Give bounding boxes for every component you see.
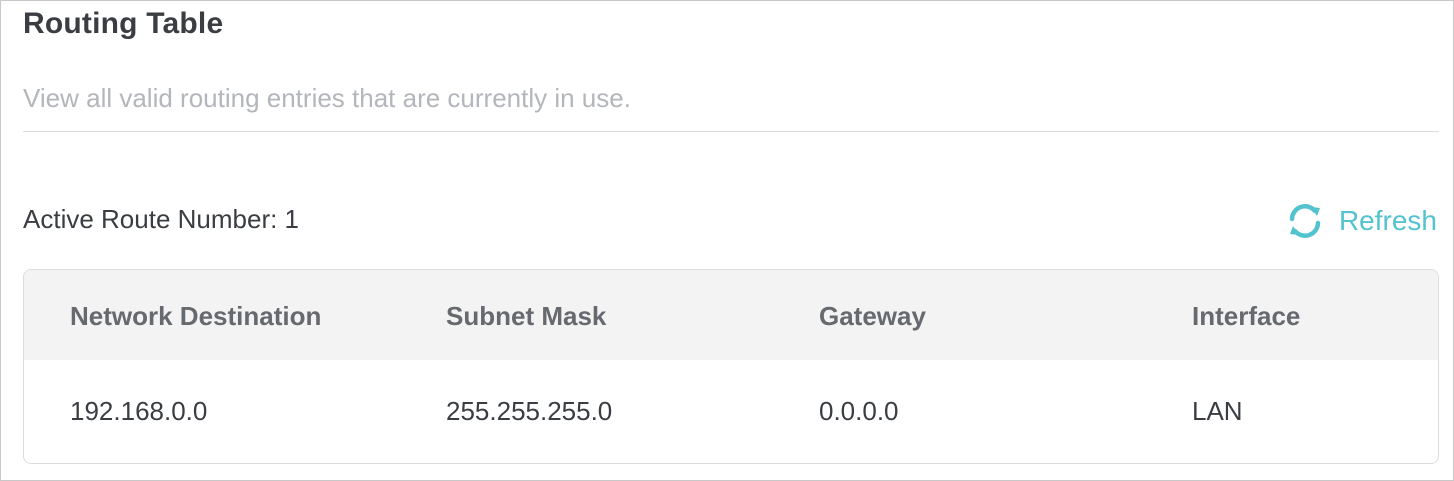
routing-table: Network Destination Subnet Mask Gateway … — [23, 269, 1439, 464]
routing-table-panel: Routing Table View all valid routing ent… — [0, 0, 1454, 481]
refresh-label[interactable]: Refresh — [1339, 205, 1437, 237]
refresh-icon — [1285, 201, 1325, 241]
column-header-interface: Interface — [1192, 301, 1301, 331]
cell-interface: LAN — [1192, 396, 1243, 426]
divider — [23, 131, 1439, 132]
page-title: Routing Table — [23, 7, 224, 40]
active-route-count: Active Route Number: 1 — [23, 204, 300, 234]
column-header-network-destination: Network Destination — [70, 301, 322, 331]
column-header-gateway: Gateway — [819, 301, 926, 331]
page-description: View all valid routing entries that are … — [23, 83, 631, 113]
column-header-subnet-mask: Subnet Mask — [446, 301, 607, 331]
cell-network-destination: 192.168.0.0 — [70, 396, 208, 426]
cell-gateway: 0.0.0.0 — [819, 396, 899, 426]
refresh-button[interactable]: Refresh — [1285, 201, 1437, 241]
table-header: Network Destination Subnet Mask Gateway … — [24, 270, 1438, 360]
cell-subnet-mask: 255.255.255.0 — [446, 396, 613, 426]
